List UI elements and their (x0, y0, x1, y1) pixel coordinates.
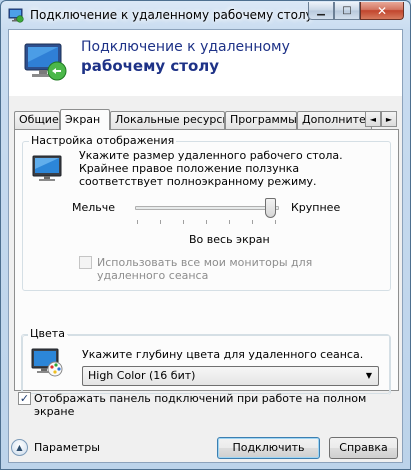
color-depth-select[interactable]: High Color (16 бит) ▼ (82, 366, 379, 386)
color-depth-description: Укажите глубину цвета для удаленного сеа… (82, 348, 364, 361)
multimon-checkbox[interactable] (79, 256, 92, 269)
display-settings-group: Настройка отображения Укажите размер уда… (22, 134, 391, 291)
minimize-button[interactable]: ▁ (308, 2, 334, 20)
maximize-button[interactable]: □ (334, 2, 360, 20)
checkmark-icon: ✓ (19, 392, 30, 405)
colors-group-title: Цвета (28, 327, 67, 340)
window-title: Подключение к удаленному рабочему столу (30, 8, 313, 22)
slider-tick (275, 220, 276, 224)
arrow-right-icon: ► (385, 114, 393, 124)
close-button[interactable]: ✕ (360, 2, 404, 20)
tab-display[interactable]: Экран (60, 109, 110, 130)
banner-title-line-2: рабочему столу (81, 57, 220, 75)
arrow-left-icon: ◄ (369, 114, 377, 124)
connect-button[interactable]: Подключить (217, 437, 320, 459)
slider-value-label: Во весь экран (189, 233, 270, 246)
chevron-up-icon: ▲ (11, 439, 28, 456)
caption-buttons: ▁ □ ✕ (308, 2, 404, 20)
slider-min-label: Мельче (72, 201, 116, 214)
color-depth-selected-value: High Color (16 бит) (88, 369, 196, 382)
slider-tick (160, 220, 161, 224)
monitor-icon (32, 155, 62, 181)
chevron-down-icon: ▼ (365, 371, 372, 380)
slider-max-label: Крупнее (291, 201, 341, 214)
remote-desktop-large-icon (24, 43, 67, 81)
screen-size-slider-track[interactable] (135, 206, 279, 210)
tab-strip: Общие Экран Локальные ресурсы Программы … (14, 109, 399, 130)
help-button[interactable]: Справка (329, 437, 398, 459)
options-label: Параметры (34, 441, 100, 454)
tab-scroll-right-button[interactable]: ► (381, 111, 397, 127)
banner-title-line-1: Подключение к удаленному (81, 39, 290, 55)
connection-bar-checkbox[interactable]: ✓ (18, 392, 31, 405)
colors-group-box: Цвета Укажите глубину цвета для удаленно… (21, 327, 390, 394)
screen-size-slider-thumb[interactable] (265, 198, 276, 218)
tab-local-resources[interactable]: Локальные ресурсы (110, 111, 225, 129)
slider-tick (252, 220, 253, 224)
dialog-client-area: Подключение к удаленному рабочему столу … (8, 29, 403, 463)
header-banner: Подключение к удаленному рабочему столу (9, 30, 402, 96)
rdp-window: Подключение к удаленному рабочему столу … (0, 0, 411, 470)
tab-general[interactable]: Общие (14, 111, 60, 129)
minimize-icon: ▁ (317, 5, 325, 16)
tab-advanced[interactable]: Дополнительно (297, 111, 372, 129)
slider-tick (229, 220, 230, 224)
color-palette-icon (31, 348, 63, 377)
slider-tick (183, 220, 184, 224)
connection-bar-label: Отображать панель подключений при работе… (34, 392, 367, 418)
title-bar[interactable]: Подключение к удаленному рабочему столу … (1, 1, 410, 29)
tab-scroll-buttons: ◄ ► (365, 111, 397, 127)
remote-desktop-icon (8, 8, 24, 23)
display-size-description: Укажите размер удаленного рабочего стола… (79, 149, 343, 188)
slider-tick (206, 220, 207, 224)
multimon-label: Использовать все мои мониторы для удален… (97, 256, 313, 282)
slider-tick (137, 220, 138, 224)
tab-programs[interactable]: Программы (225, 111, 297, 129)
maximize-icon: □ (342, 5, 352, 16)
tab-scroll-left-button[interactable]: ◄ (365, 111, 381, 127)
display-settings-group-label: Настройка отображения (29, 134, 177, 147)
options-toggle-button[interactable]: ▲ Параметры (11, 439, 100, 456)
close-icon: ✕ (376, 3, 388, 18)
